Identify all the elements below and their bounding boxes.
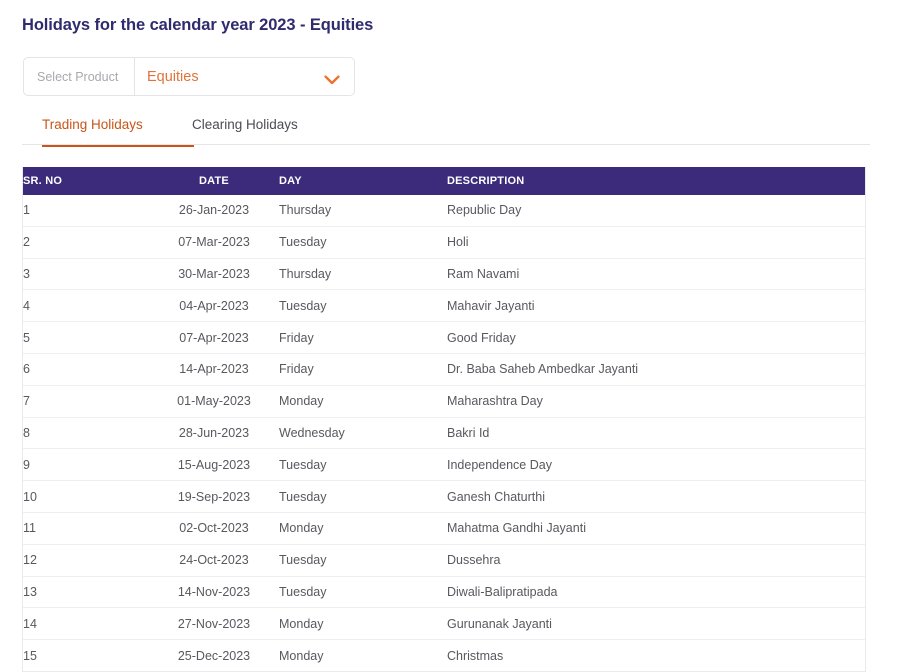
- cell-date: 07-Mar-2023: [149, 226, 279, 258]
- cell-sr-no: 11: [23, 512, 149, 544]
- cell-date: 27-Nov-2023: [149, 608, 279, 640]
- cell-description: Dr. Baba Saheb Ambedkar Jayanti: [447, 353, 865, 385]
- cell-sr-no: 12: [23, 544, 149, 576]
- cell-description: Christmas: [447, 640, 865, 671]
- cell-description: Ram Navami: [447, 258, 865, 290]
- cell-day: Wednesday: [279, 417, 447, 449]
- cell-day: Thursday: [279, 258, 447, 290]
- cell-sr-no: 1: [23, 195, 149, 226]
- cell-sr-no: 6: [23, 353, 149, 385]
- cell-description: Diwali-Balipratipada: [447, 576, 865, 608]
- table-row: 701-May-2023MondayMaharashtra Day: [23, 385, 865, 417]
- table-row: 207-Mar-2023TuesdayHoli: [23, 226, 865, 258]
- cell-date: 01-May-2023: [149, 385, 279, 417]
- cell-description: Ganesh Chaturthi: [447, 481, 865, 513]
- holidays-table: SR. NO DATE DAY DESCRIPTION 126-Jan-2023…: [23, 167, 865, 671]
- tabs-divider: [22, 144, 870, 145]
- cell-description: Holi: [447, 226, 865, 258]
- cell-description: Independence Day: [447, 449, 865, 481]
- cell-day: Thursday: [279, 195, 447, 226]
- cell-sr-no: 3: [23, 258, 149, 290]
- table-row: 1314-Nov-2023TuesdayDiwali-Balipratipada: [23, 576, 865, 608]
- cell-date: 25-Dec-2023: [149, 640, 279, 671]
- cell-sr-no: 4: [23, 290, 149, 322]
- holiday-calendar-page: Holidays for the calendar year 2023 - Eq…: [0, 0, 908, 672]
- table-row: 1102-Oct-2023MondayMahatma Gandhi Jayant…: [23, 512, 865, 544]
- holiday-tabs: Trading Holidays Clearing Holidays: [22, 117, 870, 147]
- cell-date: 14-Nov-2023: [149, 576, 279, 608]
- chevron-down-icon[interactable]: [324, 72, 340, 82]
- table-row: 126-Jan-2023ThursdayRepublic Day: [23, 195, 865, 226]
- tab-clearing-holidays[interactable]: Clearing Holidays: [192, 117, 298, 142]
- product-select[interactable]: Select Product Equities: [23, 57, 355, 96]
- holidays-table-head: SR. NO DATE DAY DESCRIPTION: [23, 167, 865, 195]
- cell-day: Monday: [279, 640, 447, 671]
- cell-description: Gurunanak Jayanti: [447, 608, 865, 640]
- table-row: 404-Apr-2023TuesdayMahavir Jayanti: [23, 290, 865, 322]
- holidays-table-container: SR. NO DATE DAY DESCRIPTION 126-Jan-2023…: [22, 167, 866, 672]
- table-row: 330-Mar-2023ThursdayRam Navami: [23, 258, 865, 290]
- cell-day: Tuesday: [279, 226, 447, 258]
- product-select-label: Select Product: [24, 58, 135, 95]
- cell-date: 19-Sep-2023: [149, 481, 279, 513]
- cell-day: Friday: [279, 322, 447, 354]
- cell-day: Tuesday: [279, 481, 447, 513]
- cell-date: 02-Oct-2023: [149, 512, 279, 544]
- cell-date: 26-Jan-2023: [149, 195, 279, 226]
- cell-sr-no: 14: [23, 608, 149, 640]
- holidays-table-body: 126-Jan-2023ThursdayRepublic Day207-Mar-…: [23, 195, 865, 671]
- cell-description: Maharashtra Day: [447, 385, 865, 417]
- cell-description: Dussehra: [447, 544, 865, 576]
- cell-sr-no: 8: [23, 417, 149, 449]
- cell-day: Monday: [279, 608, 447, 640]
- table-row: 915-Aug-2023TuesdayIndependence Day: [23, 449, 865, 481]
- cell-day: Friday: [279, 353, 447, 385]
- page-title: Holidays for the calendar year 2023 - Eq…: [22, 16, 373, 35]
- cell-day: Tuesday: [279, 290, 447, 322]
- table-row: 828-Jun-2023WednesdayBakri Id: [23, 417, 865, 449]
- cell-description: Republic Day: [447, 195, 865, 226]
- cell-day: Monday: [279, 512, 447, 544]
- table-row: 1019-Sep-2023TuesdayGanesh Chaturthi: [23, 481, 865, 513]
- cell-date: 04-Apr-2023: [149, 290, 279, 322]
- cell-date: 07-Apr-2023: [149, 322, 279, 354]
- cell-day: Tuesday: [279, 576, 447, 608]
- column-header-sr-no: SR. NO: [23, 167, 149, 195]
- cell-date: 14-Apr-2023: [149, 353, 279, 385]
- cell-date: 24-Oct-2023: [149, 544, 279, 576]
- cell-date: 28-Jun-2023: [149, 417, 279, 449]
- cell-date: 30-Mar-2023: [149, 258, 279, 290]
- cell-sr-no: 2: [23, 226, 149, 258]
- table-row: 614-Apr-2023FridayDr. Baba Saheb Ambedka…: [23, 353, 865, 385]
- cell-description: Bakri Id: [447, 417, 865, 449]
- product-select-field[interactable]: Equities: [135, 58, 354, 95]
- cell-sr-no: 13: [23, 576, 149, 608]
- table-header-row: SR. NO DATE DAY DESCRIPTION: [23, 167, 865, 195]
- table-row: 507-Apr-2023FridayGood Friday: [23, 322, 865, 354]
- cell-description: Mahavir Jayanti: [447, 290, 865, 322]
- tab-trading-holidays[interactable]: Trading Holidays: [42, 117, 143, 142]
- cell-sr-no: 5: [23, 322, 149, 354]
- cell-sr-no: 9: [23, 449, 149, 481]
- cell-date: 15-Aug-2023: [149, 449, 279, 481]
- table-row: 1525-Dec-2023MondayChristmas: [23, 640, 865, 671]
- cell-description: Mahatma Gandhi Jayanti: [447, 512, 865, 544]
- cell-day: Tuesday: [279, 449, 447, 481]
- cell-sr-no: 15: [23, 640, 149, 671]
- column-header-description: DESCRIPTION: [447, 167, 865, 195]
- cell-day: Tuesday: [279, 544, 447, 576]
- product-select-value: Equities: [147, 69, 199, 85]
- cell-description: Good Friday: [447, 322, 865, 354]
- column-header-day: DAY: [279, 167, 447, 195]
- cell-day: Monday: [279, 385, 447, 417]
- table-row: 1427-Nov-2023MondayGurunanak Jayanti: [23, 608, 865, 640]
- cell-sr-no: 10: [23, 481, 149, 513]
- cell-sr-no: 7: [23, 385, 149, 417]
- column-header-date: DATE: [149, 167, 279, 195]
- table-row: 1224-Oct-2023TuesdayDussehra: [23, 544, 865, 576]
